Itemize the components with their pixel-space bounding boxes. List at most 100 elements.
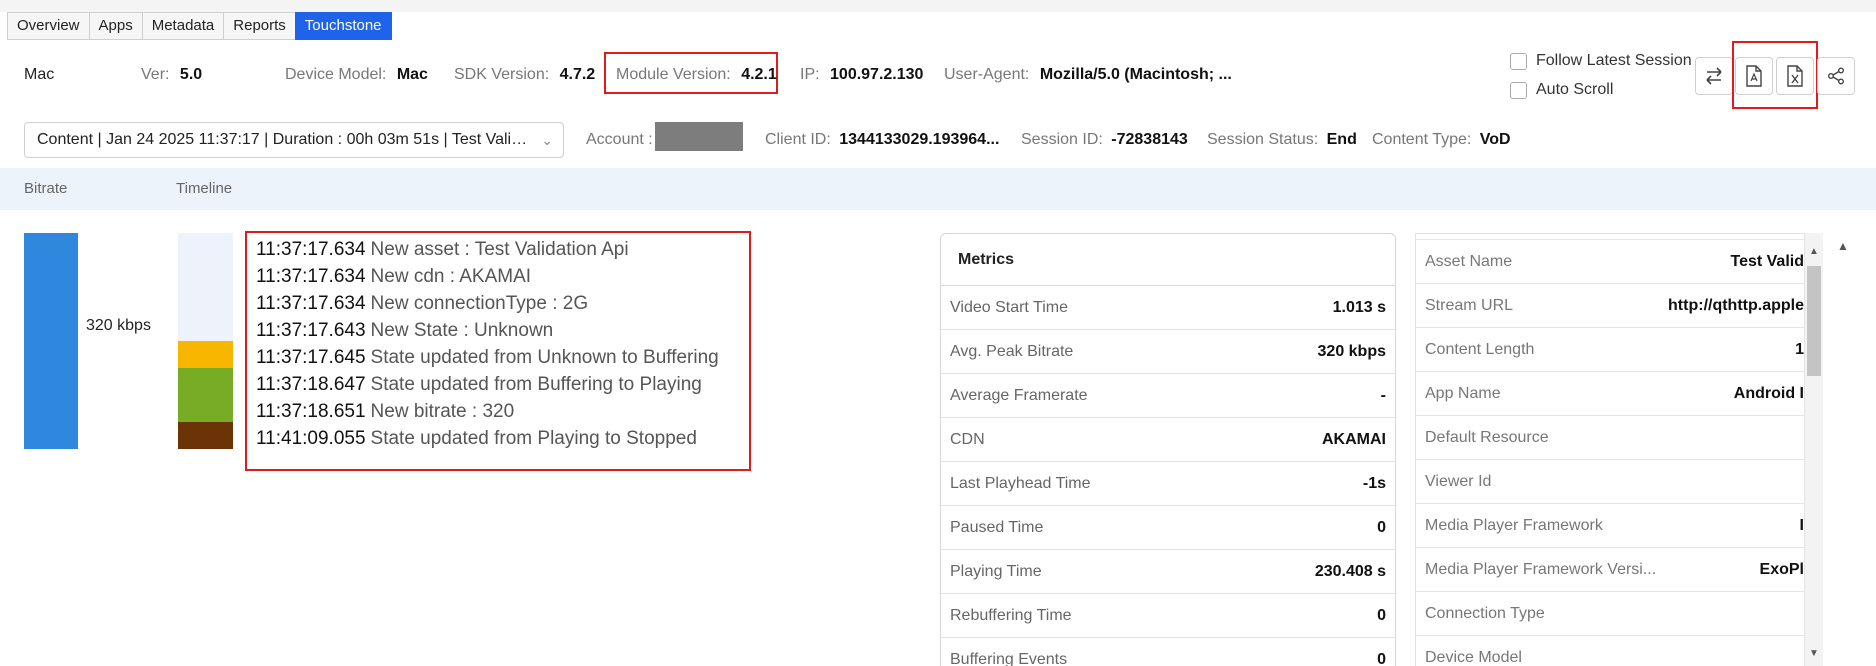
compare-button[interactable] (1695, 57, 1733, 95)
metric-row: Paused Time 0 (941, 506, 1395, 550)
tab-overview[interactable]: Overview (7, 12, 89, 40)
log-message: New cdn : AKAMAI (370, 266, 532, 287)
platform-value: Mac (24, 66, 55, 83)
log-entry: 11:37:17.643 New State : Unknown (256, 317, 740, 344)
content-type-info: Content Type: VoD (1372, 131, 1511, 149)
metric-value: 230.408 s (1314, 562, 1386, 580)
timeline-segment (178, 368, 233, 422)
attribute-name: Media Player Framework Versi... (1425, 560, 1657, 578)
metric-row: Buffering Events 0 (941, 638, 1395, 666)
collapse-up-icon[interactable]: ▲ (1837, 239, 1849, 253)
account-label: Account : (586, 131, 653, 148)
metric-name: Average Framerate (950, 386, 1088, 404)
follow-latest-label: Follow Latest Session (1536, 52, 1692, 69)
metric-row: Last Playhead Time -1s (941, 462, 1395, 506)
log-entry: 11:37:17.634 New asset : Test Validation … (256, 236, 740, 263)
metric-value: -1s (1362, 474, 1386, 492)
metric-name: Paused Time (950, 518, 1044, 536)
module-version-label: Module Version: (616, 66, 731, 83)
session-id-info: Session ID: -72838143 (1021, 131, 1188, 149)
metric-row: Video Start Time 1.013 s (941, 286, 1395, 330)
metric-name: Video Start Time (950, 298, 1068, 316)
tab-touchstone[interactable]: Touchstone (294, 12, 392, 40)
session-id-label: Session ID: (1021, 131, 1103, 148)
version-label: Ver: (141, 66, 170, 83)
metrics-title: Metrics (941, 234, 1395, 286)
log-timestamp: 11:37:18.651 (256, 401, 366, 422)
metric-value: 0 (1377, 650, 1386, 666)
account-redacted (655, 122, 743, 151)
scrollbar-thumb[interactable] (1807, 266, 1821, 376)
log-entry: 11:37:17.634 New connectionType : 2G (256, 290, 740, 317)
user-agent-label: User-Agent: (944, 66, 1030, 83)
attribute-name: Content Length (1425, 340, 1535, 358)
attribute-name: Media Player Framework (1425, 516, 1603, 534)
log-message: New bitrate : 320 (370, 401, 515, 422)
log-entry: 11:37:17.634 New cdn : AKAMAI (256, 263, 740, 290)
session-status-label: Session Status: (1207, 131, 1319, 148)
metric-name: Buffering Events (950, 650, 1068, 666)
log-entry: 11:41:09.055 State updated from Playing t… (256, 425, 740, 452)
log-message: New State : Unknown (370, 320, 554, 341)
swap-arrows-icon (1706, 67, 1722, 85)
client-id-value: 1344133029.193964... (839, 131, 1000, 148)
metric-name: Rebuffering Time (950, 606, 1072, 624)
module-version-value: 4.2.1 (741, 66, 777, 83)
tab-metadata[interactable]: Metadata (141, 12, 224, 40)
metric-value: AKAMAI (1322, 430, 1386, 448)
section-header-band (0, 168, 1876, 210)
client-id-info: Client ID: 1344133029.193964... (765, 131, 999, 149)
attribute-row: App Name Android I (1416, 372, 1804, 416)
attribute-name: Connection Type (1425, 604, 1545, 622)
log-message: State updated from Playing to Stopped (370, 428, 697, 449)
content-type-value: VoD (1479, 131, 1511, 148)
bitrate-heading: Bitrate (24, 180, 68, 197)
log-timestamp: 11:37:18.647 (256, 374, 366, 395)
metric-name: Playing Time (950, 562, 1042, 580)
sdk-version-value: 4.7.2 (559, 66, 596, 83)
attribute-value: Android I (1733, 384, 1804, 402)
log-entry: 11:37:18.651 New bitrate : 320 (256, 398, 740, 425)
metric-value: 0 (1377, 518, 1386, 536)
device-model-value: Mac (396, 66, 428, 83)
tab-reports[interactable]: Reports (223, 12, 295, 40)
timeline-segment (178, 341, 233, 368)
auto-scroll-checkbox[interactable] (1510, 82, 1527, 99)
ip-info: IP: 100.97.2.130 (800, 66, 923, 84)
metric-name: CDN (950, 430, 985, 448)
metric-value: 320 kbps (1317, 342, 1386, 360)
session-select-value: Content | Jan 24 2025 11:37:17 | Duratio… (37, 131, 551, 148)
attribute-row: Default Resource (1416, 416, 1804, 460)
attribute-row: Media Player Framework I (1416, 504, 1804, 548)
metric-row: CDN AKAMAI (941, 418, 1395, 462)
metric-value: 1.013 s (1332, 298, 1386, 316)
share-icon (1828, 67, 1844, 85)
log-entry: 11:37:18.647 State updated from Buffering… (256, 371, 740, 398)
metric-row: Average Framerate - (941, 374, 1395, 418)
metric-name: Avg. Peak Bitrate (950, 342, 1074, 360)
metrics-panel: Metrics Video Start Time 1.013 s Avg. Peak… (940, 233, 1396, 666)
metric-value: 0 (1377, 606, 1386, 624)
log-timestamp: 11:37:17.634 (256, 239, 366, 260)
bitrate-label: 320 kbps (86, 317, 151, 334)
log-timestamp: 11:37:17.634 (256, 293, 366, 314)
version-value: 5.0 (179, 66, 203, 83)
session-status-value: End (1326, 131, 1357, 148)
follow-latest-checkbox[interactable] (1510, 53, 1527, 70)
attribute-value: ExoPl (1759, 560, 1804, 578)
auto-scroll-label: Auto Scroll (1536, 81, 1614, 98)
attribute-name: Stream URL (1425, 296, 1514, 314)
device-model-info: Device Model: Mac (285, 66, 428, 84)
device-model-label: Device Model: (285, 66, 387, 83)
content-type-label: Content Type: (1372, 131, 1472, 148)
session-select[interactable]: Content | Jan 24 2025 11:37:17 | Duratio… (24, 122, 564, 158)
attribute-value: 1 (1795, 340, 1804, 358)
share-button[interactable] (1817, 57, 1855, 95)
tab-bar: Overview Apps Metadata Reports Touchston… (7, 12, 392, 40)
attribute-row: Content Length 1 (1416, 328, 1804, 372)
scroll-up-icon[interactable]: ▲ (1809, 246, 1819, 257)
attribute-row: Viewer Id (1416, 460, 1804, 504)
attribute-row: Media Player Framework Versi... ExoPl (1416, 548, 1804, 592)
tab-apps[interactable]: Apps (88, 12, 142, 40)
scroll-down-icon[interactable]: ▼ (1809, 648, 1819, 659)
